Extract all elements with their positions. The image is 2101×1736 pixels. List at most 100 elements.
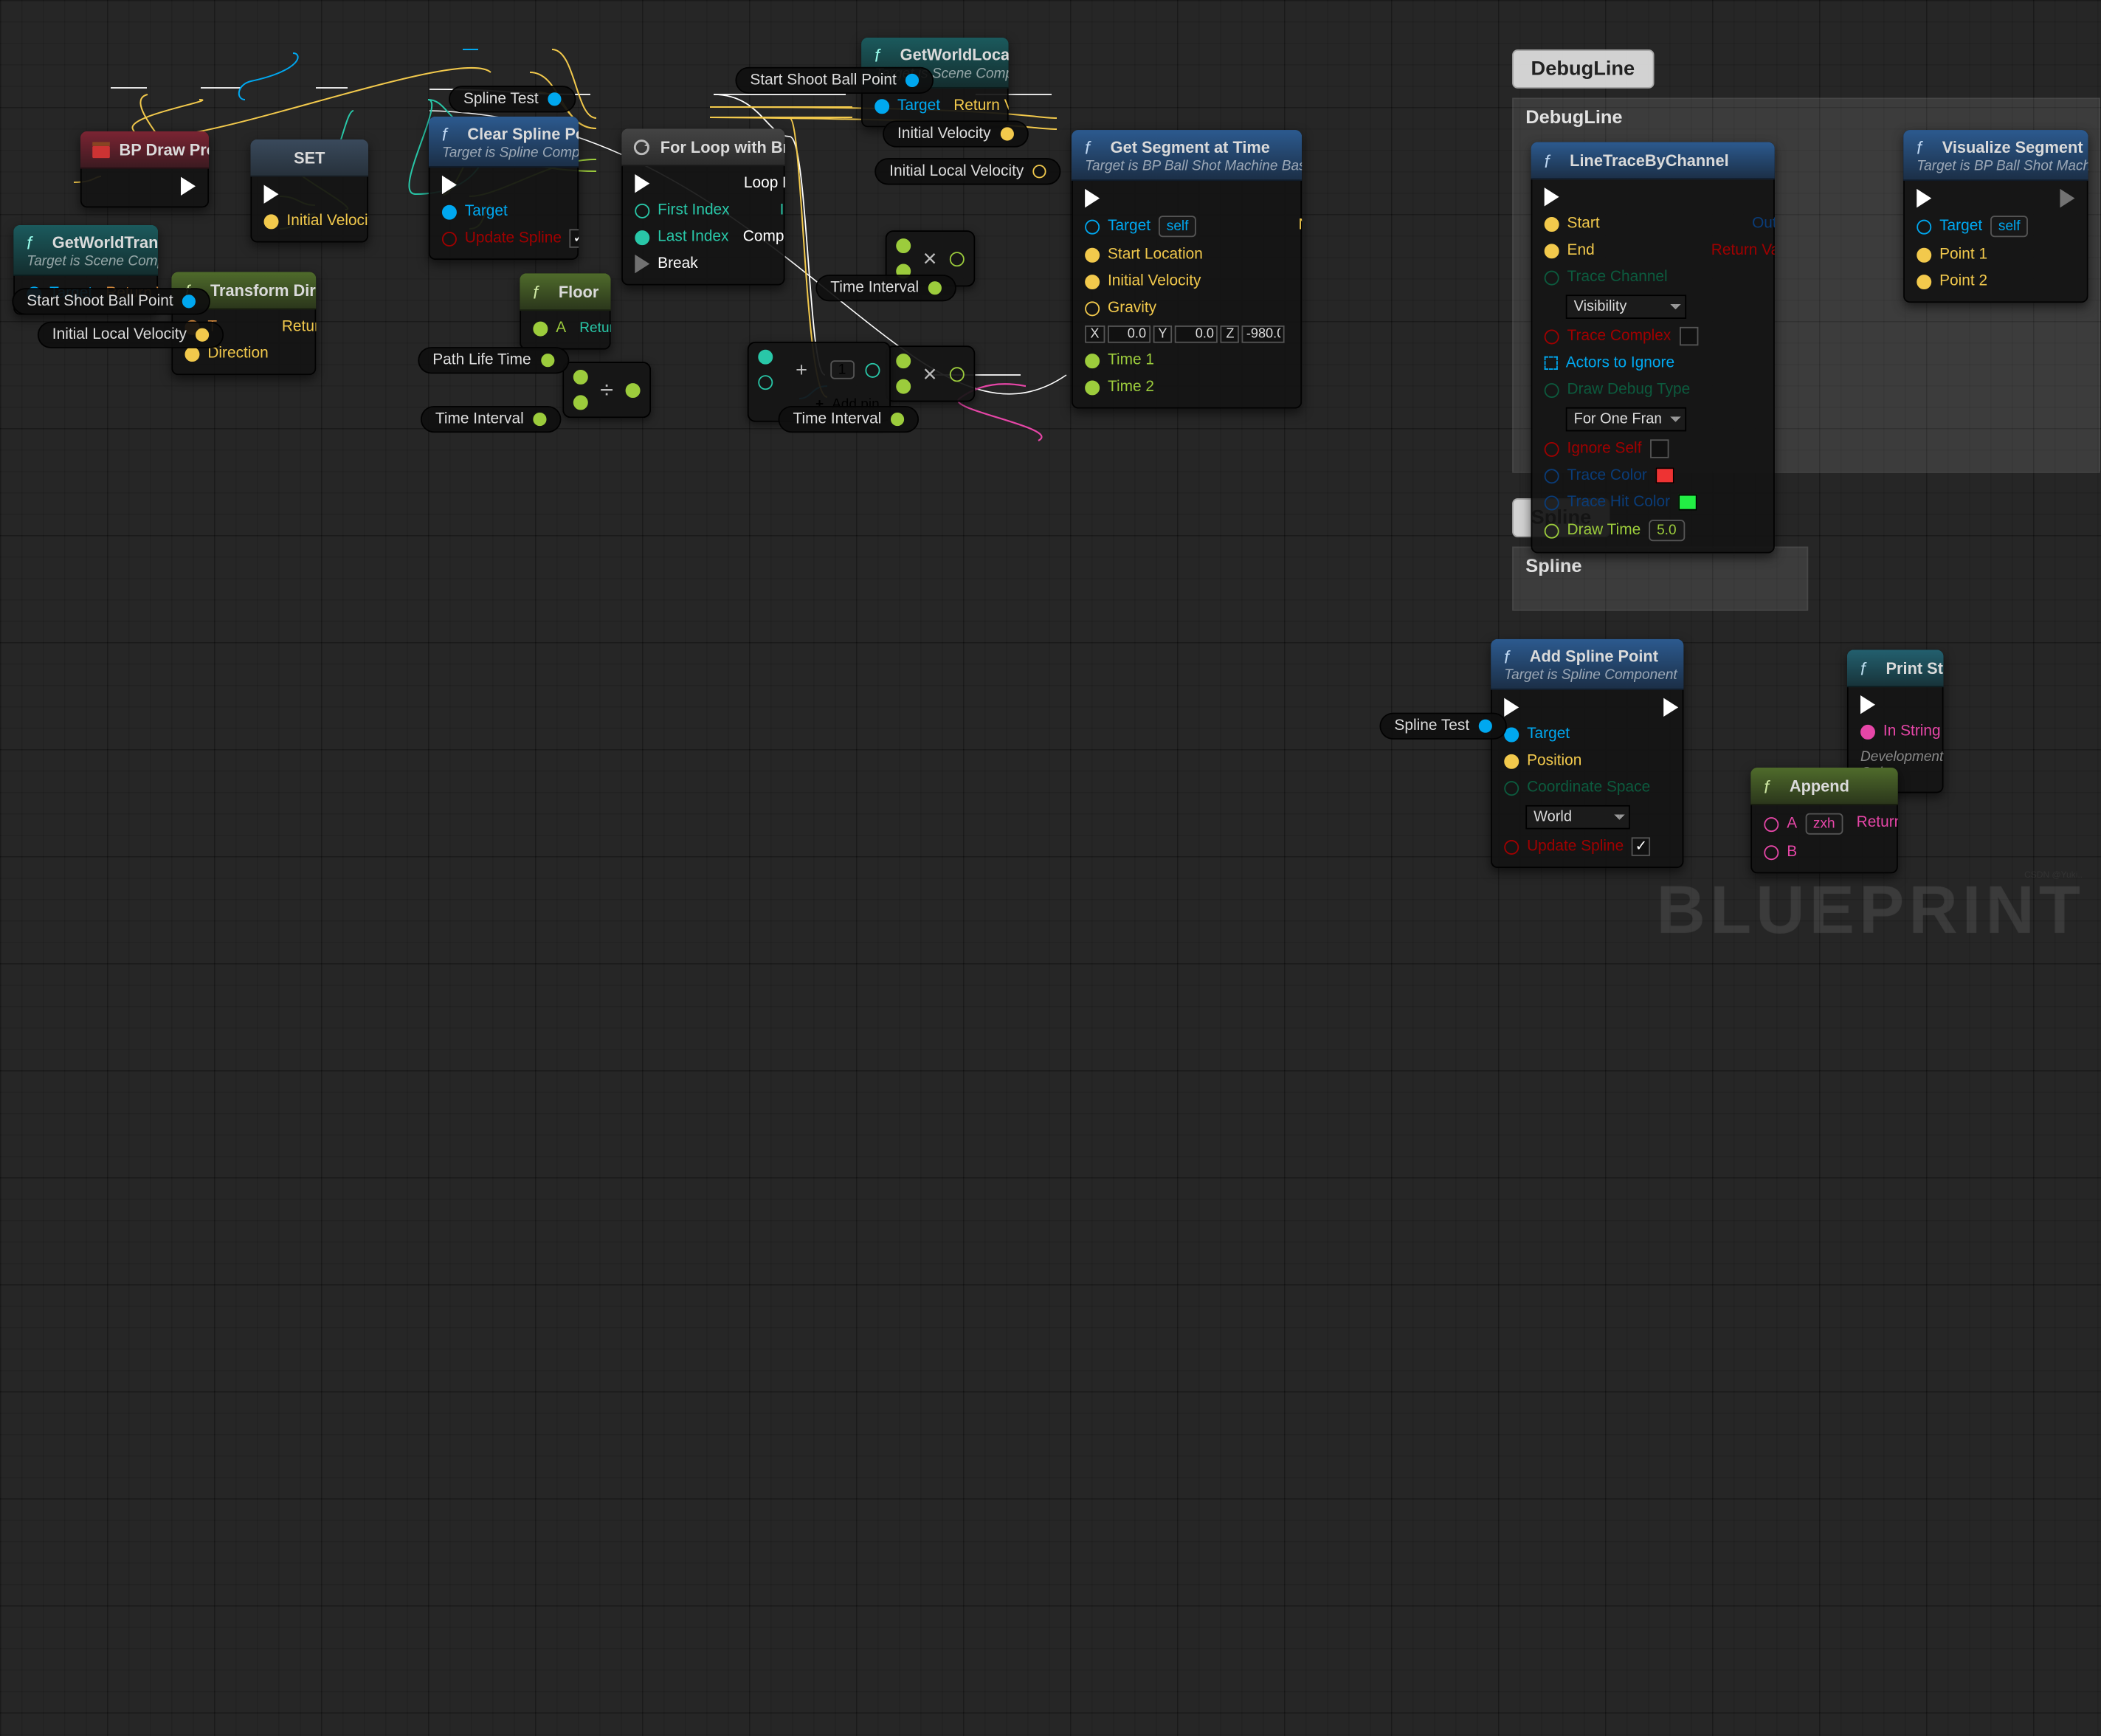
node-line-trace-by-channel[interactable]: f LineTraceByChannel Start End Trace Cha… [1531,142,1775,553]
exec-in[interactable] [442,176,579,194]
checkbox[interactable] [1649,439,1668,458]
node-get-segment-at-time[interactable]: f Get Segment at Time Target is BP Ball … [1072,130,1302,409]
variable-initial-velocity[interactable]: Initial Velocity [883,120,1028,147]
pin-out[interactable] [625,382,640,397]
pin-return-value[interactable]: Return Value [1857,813,1898,832]
pin-a[interactable]: A [533,319,566,337]
variable-spline-test[interactable]: Spline Test [449,86,576,112]
pin-gravity[interactable]: Gravity [1085,299,1285,317]
pin-end[interactable]: End [1545,241,1698,260]
pin-out[interactable] [949,251,964,266]
pin-initial-velocity-in[interactable]: Initial Velocity [264,212,369,230]
pin-loop-body[interactable]: Loop Body [744,174,785,193]
pin-first-index[interactable]: First Index [635,201,729,219]
exec-in[interactable] [635,174,729,193]
exec-in[interactable] [264,185,369,203]
pin-start[interactable]: Start [1545,214,1698,232]
pin-draw-time[interactable]: Draw Time5.0 [1545,520,1698,541]
variable-time-interval[interactable]: Time Interval [779,406,920,433]
pin-last-index[interactable]: Last Index [635,228,729,247]
pin-a[interactable]: Azxh [1764,813,1843,835]
variable-initial-local-velocity[interactable]: Initial Local Velocity [38,322,224,348]
pin-in-string[interactable]: In String [1860,722,1943,740]
variable-initial-local-velocity[interactable]: Initial Local Velocity [874,158,1061,185]
pin-ignore-self[interactable]: Ignore Self [1545,439,1698,458]
node-multiply[interactable]: × [886,345,975,402]
pin-b[interactable]: B [1764,843,1843,861]
pin-completed[interactable]: Completed [743,228,785,247]
pin-target[interactable]: Target [874,97,940,115]
pin-return-value[interactable]: Return Value [1711,241,1775,260]
variable-time-interval[interactable]: Time Interval [421,406,562,433]
exec-out[interactable] [2060,189,2074,207]
pin-a[interactable] [896,238,911,253]
checkbox[interactable] [570,229,579,247]
node-add-spline-point[interactable]: f Add Spline Point Target is Spline Comp… [1491,639,1683,868]
pin-a[interactable] [896,354,911,368]
pin-b[interactable] [896,379,911,394]
exec-in[interactable] [1085,189,1285,207]
pin-out[interactable] [865,362,880,377]
node-append[interactable]: f Append Azxh B Return Value Add pin + [1750,768,1898,873]
pin-target[interactable]: Target [1504,725,1650,743]
exec-out[interactable] [181,177,196,196]
pin-trace-color[interactable]: Trace Color [1545,466,1698,485]
comment-tab[interactable]: DebugLine [1512,49,1653,89]
checkbox[interactable] [1632,837,1650,855]
pin-a[interactable] [758,350,773,365]
pin-out[interactable] [949,366,964,381]
exec-out[interactable] [1664,698,1679,717]
pin-point1[interactable]: Point 1 [1917,245,2028,264]
pin-position[interactable]: Position [1504,751,1650,770]
pin-target[interactable]: Target [442,202,579,221]
gravity-vector-input[interactable]: XYZ [1085,326,1285,343]
pin-b[interactable] [758,375,773,390]
exec-in[interactable] [1504,698,1650,717]
pin-index[interactable]: Index [780,201,785,219]
pin-out-hit[interactable]: Out Hit [1752,214,1775,232]
pin-coordinate-space[interactable]: Coordinate Space [1504,779,1650,797]
pin-new-param1[interactable]: New Param 1 [1299,216,1303,234]
variable-path-life-time[interactable]: Path Life Time [418,347,568,373]
comment-spline[interactable]: Spline Spline [1512,547,1808,611]
exec-in[interactable] [1860,695,1943,714]
variable-start-shoot-ball-point[interactable]: Start Shoot Ball Point [735,67,934,94]
pin-trace-complex[interactable]: Trace Complex [1545,327,1698,345]
pin-actors-to-ignore[interactable]: Actors to Ignore [1545,354,1698,372]
variable-spline-test[interactable]: Spline Test [1379,713,1507,740]
node-floor[interactable]: f Floor A Return Value [520,273,610,349]
pin-update-spline[interactable]: Update Spline [1504,837,1650,855]
trace-channel-select[interactable]: Visibility [1566,294,1686,319]
pin-start-location[interactable]: Start Location [1085,245,1285,264]
exec-in[interactable] [1917,189,2028,207]
node-clear-spline-points[interactable]: f Clear Spline Points Target is Spline C… [429,117,579,260]
pin-time1[interactable]: Time 1 [1085,351,1285,370]
pin-initial-velocity[interactable]: Initial Velocity [1085,272,1285,290]
variable-start-shoot-ball-point[interactable]: Start Shoot Ball Point [12,288,210,314]
pin-a[interactable] [573,370,588,385]
pin-break[interactable]: Break [635,255,729,273]
pin-draw-debug-type[interactable]: Draw Debug Type [1545,380,1698,399]
node-bp-draw-projectile[interactable]: BP Draw Projectile [80,131,209,207]
exec-in[interactable] [1545,187,1698,206]
pin-target[interactable]: Targetself [1085,216,1285,237]
pin-trace-hit-color[interactable]: Trace Hit Color [1545,493,1698,512]
node-visualize-segment[interactable]: f Visualize Segment Target is BP Ball Sh… [1903,130,2088,303]
variable-time-interval[interactable]: Time Interval [815,275,956,301]
pin-return-value[interactable]: Return Value [282,317,316,336]
pin-time2[interactable]: Time 2 [1085,378,1285,396]
node-divide[interactable]: ÷ [562,362,651,418]
coordinate-space-select[interactable]: World [1525,805,1630,830]
pin-b[interactable] [573,395,588,410]
pin-trace-channel[interactable]: Trace Channel [1545,268,1698,286]
pin-update-spline[interactable]: Update Spline [442,229,579,247]
node-set-initial-velocity[interactable]: SET Initial Velocity [250,140,368,243]
pin-return-value[interactable]: Return Value [953,97,1008,115]
pin-return-value[interactable]: Return Value [579,319,610,337]
svg-text:f: f [1504,647,1511,666]
pin-point2[interactable]: Point 2 [1917,272,2028,290]
node-for-loop-with-break[interactable]: For Loop with Break First Index Last Ind… [621,128,784,285]
pin-target[interactable]: Targetself [1917,216,2028,237]
draw-debug-select[interactable]: For One Frame [1566,407,1686,432]
checkbox[interactable] [1679,327,1697,345]
